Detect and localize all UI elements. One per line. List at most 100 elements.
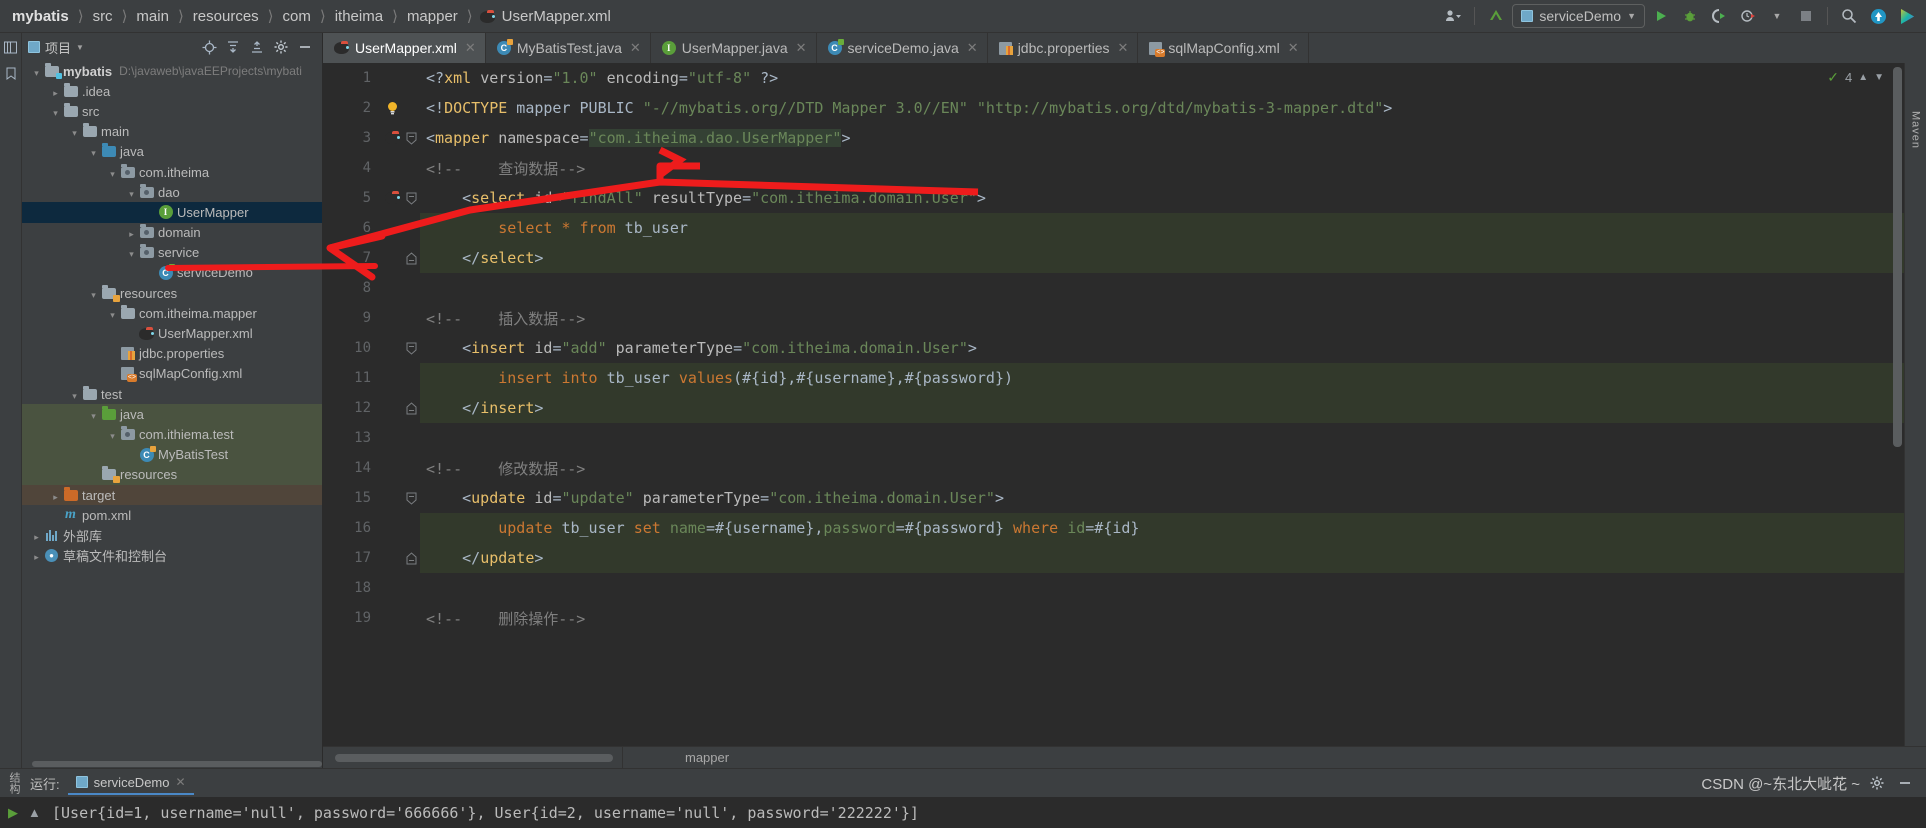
locate-icon[interactable] [198, 37, 220, 57]
chevron-right-icon[interactable]: ▸ [30, 548, 43, 563]
user-icon[interactable] [1440, 4, 1466, 28]
tree-node-mybatistest[interactable]: ▸CMyBatisTest [22, 444, 322, 465]
editor-breadcrumb-label[interactable]: mapper [623, 750, 729, 765]
tree-node-idea[interactable]: ▸ .idea [22, 81, 322, 101]
settings-icon[interactable] [270, 37, 292, 57]
fold-collapse-icon[interactable] [403, 192, 420, 205]
tree-node-usermapper-xml[interactable]: ▸ UserMapper.xml [22, 323, 322, 343]
tree-node-main[interactable]: ▾ main [22, 122, 322, 142]
project-rail-icon[interactable] [4, 41, 17, 57]
hide-icon[interactable] [294, 37, 316, 57]
tab-servicedemo-java[interactable]: CserviceDemo.java ✕ [817, 33, 988, 63]
code-line[interactable]: 6 select * from tb_user [323, 213, 1904, 243]
expand-all-icon[interactable] [222, 37, 244, 57]
chevron-up-icon[interactable]: ▲ [1858, 72, 1868, 83]
inspection-widget[interactable]: ✓ 4 ▲ ▼ [1827, 69, 1884, 86]
code-line[interactable]: 3 <mapper namespace="com.itheima.dao.User… [323, 123, 1904, 153]
scroll-up-icon[interactable]: ▲ [28, 805, 41, 820]
tree-node-sqlmapconfig-xml[interactable]: ▸ sqlMapConfig.xml [22, 364, 322, 384]
breadcrumb-item-mybatis[interactable]: mybatis [10, 8, 71, 25]
chevron-down-icon[interactable]: ▾ [87, 144, 100, 159]
chevron-down-icon[interactable]: ▼ [1874, 72, 1884, 83]
run-configuration-selector[interactable]: serviceDemo ▼ [1512, 4, 1645, 28]
code-line[interactable]: 14 <!-- 修改数据--> [323, 453, 1904, 483]
close-icon[interactable]: ✕ [630, 40, 641, 56]
tree-node-com-itheima-mapper[interactable]: ▾ com.itheima.mapper [22, 303, 322, 323]
breadcrumb-item-com[interactable]: com [281, 8, 313, 25]
editor-horizontal-scrollbar[interactable] [323, 746, 623, 769]
code-line[interactable]: 15 <update id="update" parameterType="co… [323, 483, 1904, 513]
fold-end-icon[interactable] [403, 551, 420, 565]
breadcrumb-item-main[interactable]: main [134, 8, 171, 25]
tree-node-java[interactable]: ▾ java [22, 142, 322, 162]
project-title[interactable]: 项目 ▼ [28, 38, 84, 57]
close-icon[interactable]: ✕ [1288, 40, 1299, 56]
fold-collapse-icon[interactable] [403, 132, 420, 145]
editor-tabs[interactable]: UserMapper.xml ✕ C MyBatisTest.java ✕ I UserMa… [323, 33, 1926, 63]
code-line[interactable]: 4 <!-- 查询数据--> [323, 153, 1904, 183]
tree-node-service[interactable]: ▾ service [22, 243, 322, 263]
breadcrumb-item-usermapper-xml[interactable]: UserMapper.xml [500, 8, 613, 25]
tab-usermapper-java[interactable]: I UserMapper.java ✕ [651, 33, 817, 63]
breadcrumb-item-mapper[interactable]: mapper [405, 8, 460, 25]
breadcrumb-item-resources[interactable]: resources [191, 8, 261, 25]
project-tree[interactable]: ▾ mybatis D:\javaweb\javaEEProjects\mybati… [22, 61, 322, 759]
run-icon[interactable] [1648, 4, 1674, 28]
chevron-down-icon[interactable]: ▾ [49, 104, 62, 119]
chevron-right-icon[interactable]: ▸ [125, 225, 138, 240]
code-line[interactable]: 7 </select> [323, 243, 1904, 273]
debug-icon[interactable] [1677, 4, 1703, 28]
tree-node-com-ithiema-test[interactable]: ▾ com.ithiema.test [22, 424, 322, 445]
code-line[interactable]: 12 </insert> [323, 393, 1904, 423]
code-line[interactable]: 19 <!-- 删除操作--> [323, 603, 1904, 633]
chevron-down-icon[interactable]: ▾ [68, 387, 81, 402]
tab-usermapper-xml[interactable]: UserMapper.xml ✕ [323, 33, 486, 63]
mybatis-gutter-icon[interactable] [381, 131, 403, 144]
updates-icon[interactable] [1865, 4, 1891, 28]
mybatis-gutter-icon[interactable] [381, 191, 403, 204]
chevron-down-icon[interactable]: ▼ [1764, 4, 1790, 28]
chevron-down-icon[interactable]: ▾ [87, 286, 100, 301]
rerun-icon[interactable]: ▶ [8, 805, 18, 821]
chevron-down-icon[interactable]: ▾ [68, 124, 81, 139]
chevron-right-icon[interactable]: ▸ [30, 528, 43, 543]
stop-icon[interactable] [1793, 4, 1819, 28]
chevron-right-icon[interactable]: ▸ [49, 84, 62, 99]
tree-node-resources[interactable]: ▸ resources [22, 464, 322, 485]
tree-node-servicedemo[interactable]: ▸CserviceDemo [22, 263, 322, 283]
fold-end-icon[interactable] [403, 251, 420, 265]
tree-node-dao[interactable]: ▾ dao [22, 182, 322, 202]
chevron-down-icon[interactable]: ▾ [125, 185, 138, 200]
tree-node-resources[interactable]: ▾ resources [22, 283, 322, 303]
tab-sqlmapconfig-xml[interactable]: sqlMapConfig.xml ✕ [1138, 33, 1309, 63]
tree-node-target[interactable]: ▸ target [22, 484, 322, 506]
chevron-right-icon[interactable]: ▸ [49, 488, 62, 503]
chevron-down-icon[interactable]: ▾ [87, 407, 100, 422]
intention-bulb-icon[interactable] [381, 101, 403, 115]
close-icon[interactable]: ✕ [1118, 40, 1129, 56]
search-icon[interactable] [1836, 4, 1862, 28]
ide-logo-icon[interactable] [1894, 4, 1920, 28]
collapse-all-icon[interactable] [246, 37, 268, 57]
fold-end-icon[interactable] [403, 401, 420, 415]
tree-node-usermapper[interactable]: ▸IUserMapper [22, 202, 322, 223]
code-line[interactable]: 8 [323, 273, 1904, 303]
tab-jdbc-properties[interactable]: jdbc.properties ✕ [988, 33, 1139, 63]
chevron-down-icon[interactable]: ▾ [30, 64, 43, 79]
tree-node-com-itheima[interactable]: ▾ com.itheima [22, 162, 322, 182]
close-icon[interactable]: ✕ [175, 775, 185, 789]
code-editor[interactable]: 1 <?xml version="1.0" encoding="utf-8" ?>… [323, 63, 1904, 746]
breadcrumb-item-itheima[interactable]: itheima [333, 8, 385, 25]
project-horizontal-scrollbar[interactable] [22, 759, 322, 768]
code-line[interactable]: 13 [323, 423, 1904, 453]
tree-node-[interactable]: ▸ 外部库 [22, 525, 322, 545]
vcs-update-icon[interactable] [1483, 4, 1509, 28]
chevron-down-icon[interactable]: ▾ [125, 245, 138, 260]
structure-rail-label[interactable]: 结构 [6, 772, 22, 794]
bookmarks-rail-icon[interactable] [5, 67, 17, 83]
fold-collapse-icon[interactable] [403, 492, 420, 505]
chevron-down-icon[interactable]: ▾ [106, 306, 119, 321]
code-line[interactable]: 1 <?xml version="1.0" encoding="utf-8" ?> [323, 63, 1904, 93]
close-icon[interactable]: ✕ [967, 40, 978, 56]
close-icon[interactable]: ✕ [465, 40, 476, 56]
